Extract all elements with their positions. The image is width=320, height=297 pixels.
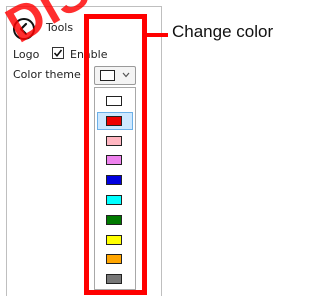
color-swatch (106, 96, 122, 106)
color-swatch (106, 115, 122, 126)
back-button[interactable] (13, 18, 35, 40)
color-option-yellow[interactable] (97, 231, 133, 249)
color-dropdown-list (94, 87, 136, 290)
enable-label: Enable (70, 48, 108, 61)
chevron-left-icon (19, 22, 28, 36)
color-swatch (106, 135, 122, 146)
annotation-label: Change color (172, 22, 274, 41)
color-option-red[interactable] (97, 111, 133, 130)
logo-enable-checkbox[interactable] (52, 47, 64, 59)
color-swatch (106, 195, 122, 205)
color-swatch (106, 214, 122, 225)
color-option-pink[interactable] (97, 132, 133, 150)
logo-label: Logo (13, 48, 40, 61)
color-option-cyan[interactable] (97, 191, 133, 209)
color-option-green[interactable] (97, 211, 133, 229)
color-swatch (106, 254, 122, 265)
selected-color-swatch (100, 70, 115, 81)
color-option-orange[interactable] (97, 250, 133, 268)
chevron-down-icon (122, 72, 130, 78)
annotation-connector (147, 33, 168, 37)
color-swatch (106, 175, 122, 186)
color-swatch (106, 234, 122, 245)
color-theme-label: Color theme (13, 68, 81, 81)
color-theme-select[interactable] (94, 66, 136, 85)
color-option-white[interactable] (97, 92, 133, 110)
checkmark-icon (53, 49, 63, 58)
panel-title: Tools (46, 21, 74, 34)
color-option-blue[interactable] (97, 171, 133, 189)
color-option-violet[interactable] (97, 151, 133, 169)
color-swatch (106, 274, 122, 285)
color-swatch (106, 155, 122, 166)
color-option-gray[interactable] (97, 270, 133, 288)
